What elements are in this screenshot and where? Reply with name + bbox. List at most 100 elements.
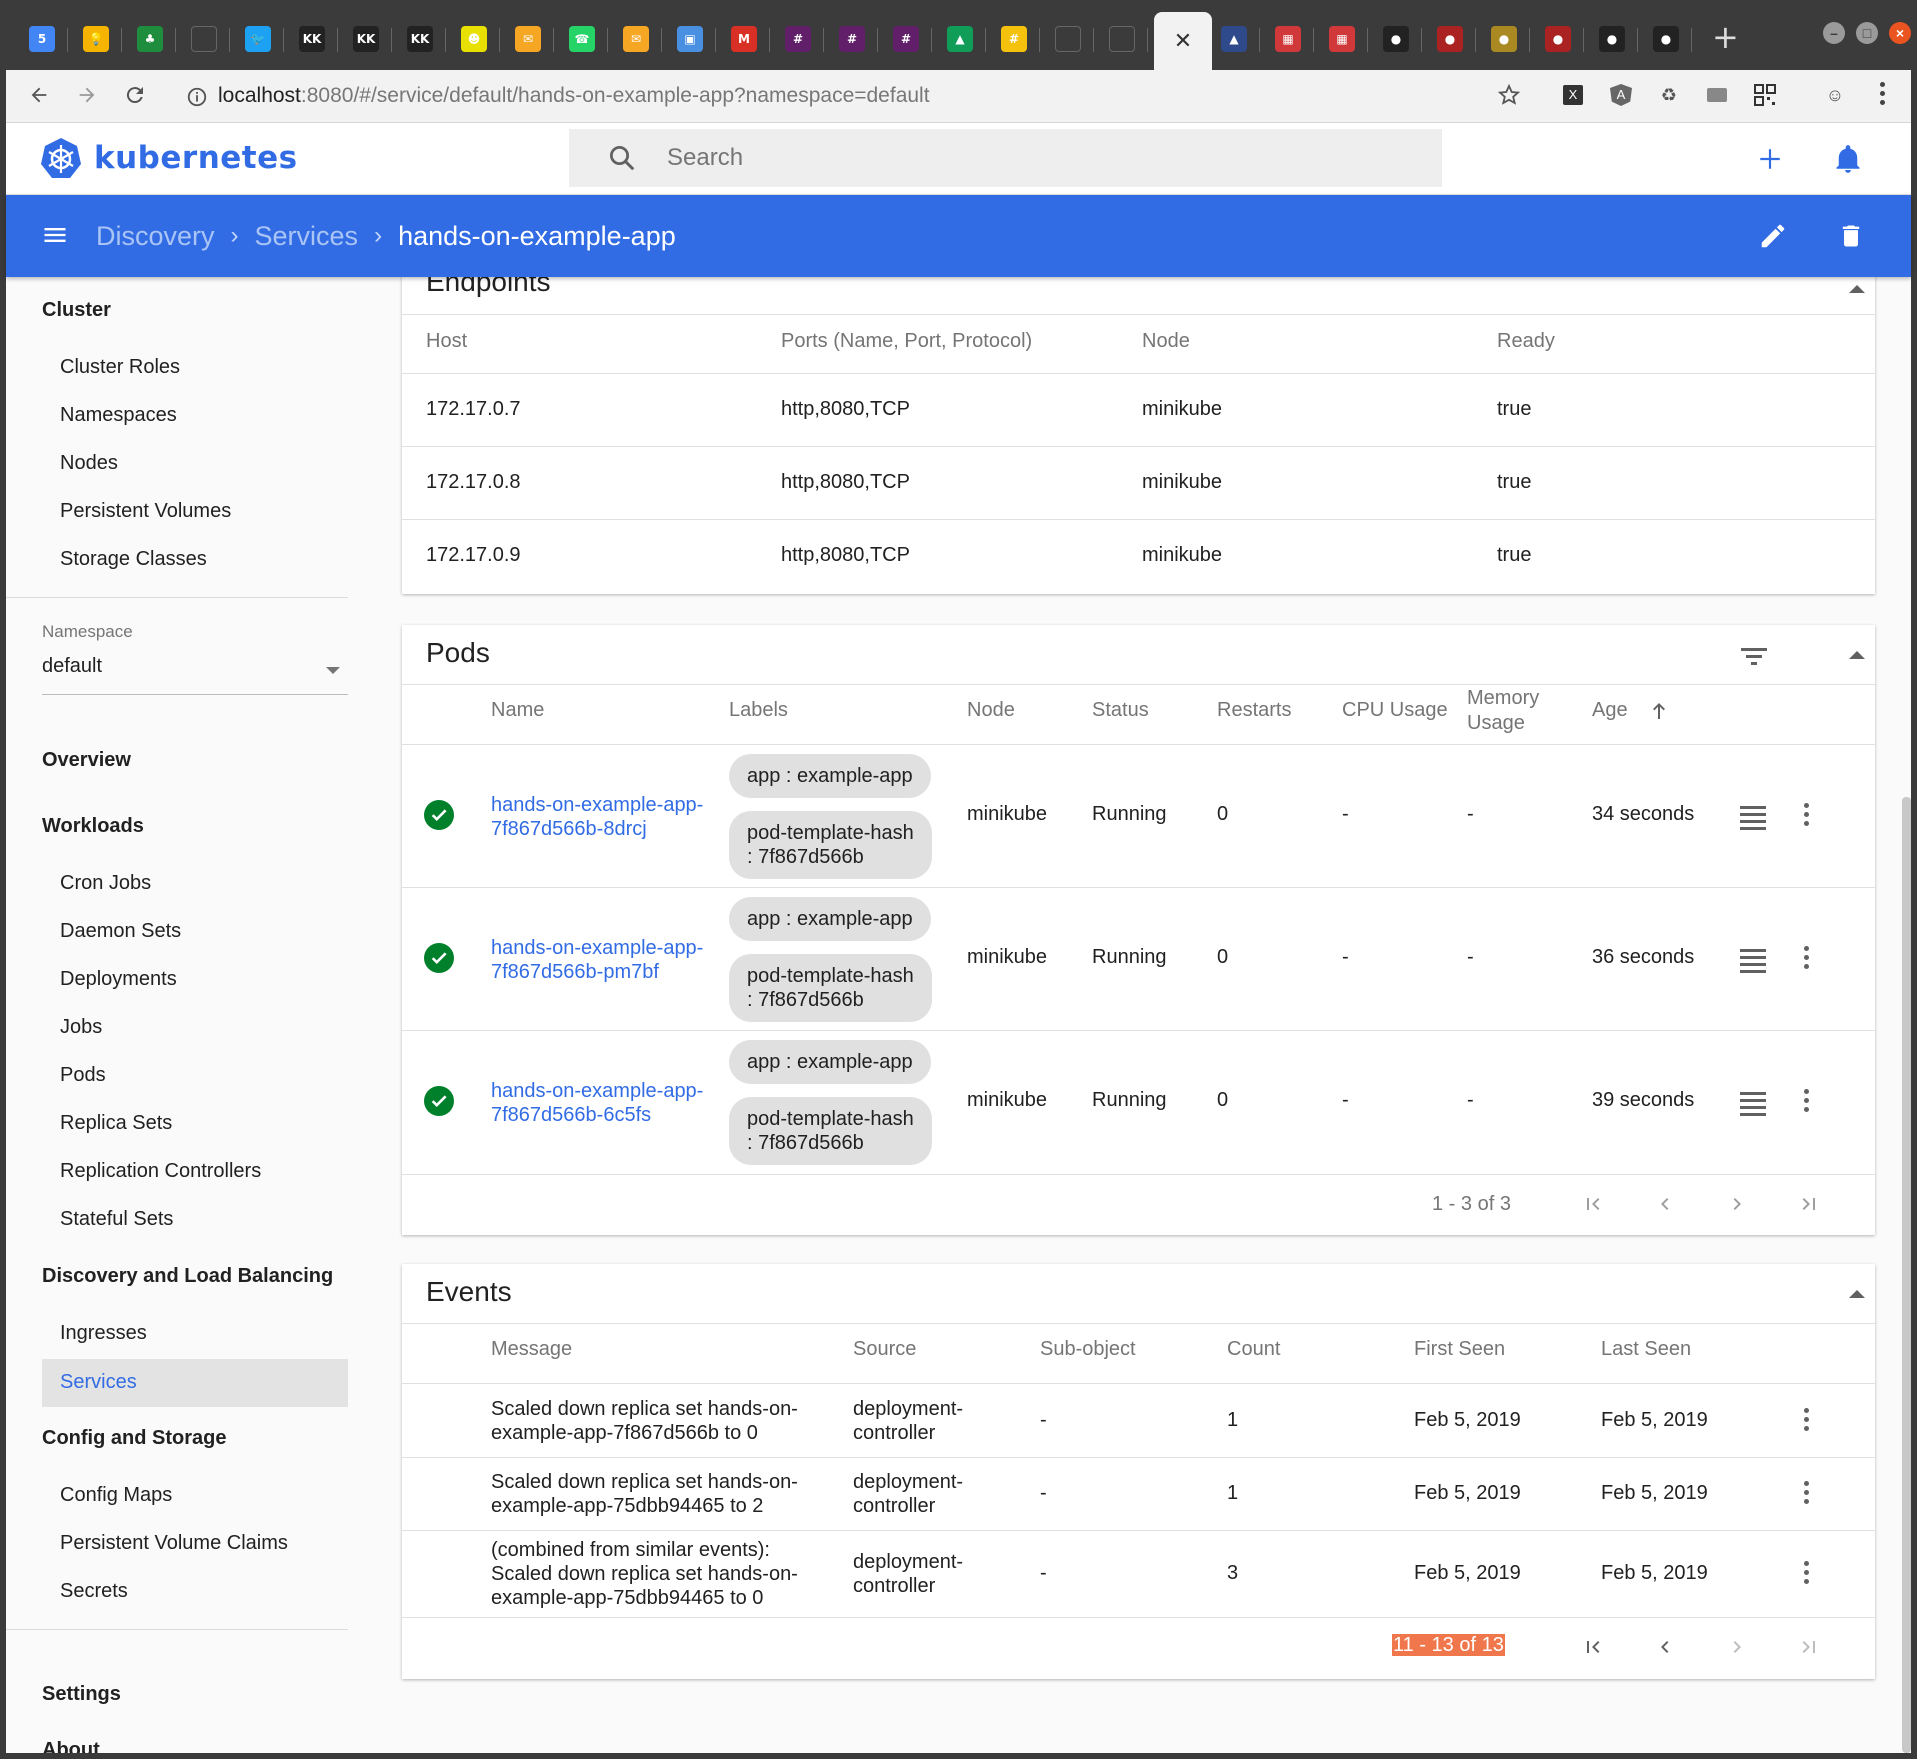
mail-tab-1[interactable]: ✉ [502, 14, 554, 64]
more-actions-icon[interactable] [1804, 803, 1810, 830]
previous-page-icon[interactable] [1650, 1632, 1680, 1662]
site-info-icon[interactable] [186, 86, 208, 108]
edit-button[interactable] [1754, 217, 1792, 255]
sidebar-item-services[interactable]: Services [42, 1359, 348, 1407]
namespace-select[interactable]: default [42, 655, 348, 695]
keep-tab[interactable]: 💡 [70, 14, 122, 64]
last-page-icon[interactable] [1794, 1189, 1824, 1219]
search-input[interactable] [667, 144, 1367, 172]
more-actions-icon[interactable] [1804, 1561, 1810, 1588]
notifications-button[interactable] [1830, 141, 1866, 177]
close-tab-icon[interactable]: ✕ [1174, 28, 1192, 54]
sidebar-item-cron-jobs[interactable]: Cron Jobs [60, 872, 151, 895]
search-box[interactable] [569, 129, 1442, 187]
sidebar-item-nodes[interactable]: Nodes [60, 452, 118, 475]
hash-tab[interactable]: # [988, 14, 1040, 64]
pod-name-link[interactable]: hands-on-example-app- 7f867d566b-8drcj [491, 793, 703, 841]
slack-tab-2[interactable]: # [826, 14, 878, 64]
image-tab[interactable]: ▣ [664, 14, 716, 64]
breadcrumb-services[interactable]: Services [255, 221, 359, 252]
sidebar-item-about[interactable]: About [42, 1739, 100, 1753]
more-actions-icon[interactable] [1804, 946, 1810, 973]
angular-extension-icon[interactable]: A [1608, 82, 1634, 108]
sidebar-item-namespaces[interactable]: Namespaces [60, 404, 177, 427]
reload-button[interactable] [120, 80, 150, 110]
mail-tab-2[interactable]: ✉ [610, 14, 662, 64]
sidebar-heading-workloads[interactable]: Workloads [42, 815, 144, 838]
ghost-tab[interactable]: ☻ [448, 14, 500, 64]
extension-x-icon[interactable]: X [1560, 82, 1586, 108]
mountain-tab[interactable]: ▲ [1208, 14, 1260, 64]
pod-name-link[interactable]: hands-on-example-app- 7f867d566b-pm7bf [491, 936, 703, 984]
qr-extension-icon[interactable] [1752, 82, 1778, 108]
sidebar-item-storage-classes[interactable]: Storage Classes [60, 548, 207, 571]
sidebar-item-overview[interactable]: Overview [42, 749, 131, 772]
back-button[interactable] [24, 80, 54, 110]
minimize-button[interactable]: – [1823, 22, 1845, 44]
sidebar-heading-cluster[interactable]: Cluster [42, 299, 111, 322]
last-page-icon[interactable] [1794, 1632, 1824, 1662]
first-page-icon[interactable] [1578, 1632, 1608, 1662]
sidebar-item-settings[interactable]: Settings [42, 1683, 121, 1706]
kubernetes-logo[interactable]: kubernetes [40, 137, 298, 179]
github-tab-4[interactable]: ● [1532, 14, 1584, 64]
github-tab-1[interactable]: ● [1370, 14, 1422, 64]
slack-tab-3[interactable]: # [880, 14, 932, 64]
kkcd-tab-2[interactable]: KK [340, 14, 392, 64]
whatsapp-tab[interactable]: ☎ [556, 14, 608, 64]
gmail-tab[interactable]: M [718, 14, 770, 64]
blank-tab-2[interactable] [1042, 14, 1094, 64]
sidebar-item-pods[interactable]: Pods [60, 1064, 106, 1087]
menu-button[interactable] [41, 221, 69, 249]
grid-tab-1[interactable]: ▦ [1262, 14, 1314, 64]
blank-tab-3[interactable] [1096, 14, 1148, 64]
sidebar-item-jobs[interactable]: Jobs [60, 1016, 102, 1039]
screen-extension-icon[interactable] [1704, 82, 1730, 108]
recycle-extension-icon[interactable]: ♻ [1656, 82, 1682, 108]
sidebar-item-persistent-volumes[interactable]: Persistent Volumes [60, 500, 231, 523]
next-page-icon[interactable] [1722, 1632, 1752, 1662]
logs-icon[interactable] [1740, 806, 1766, 834]
address-bar[interactable]: localhost:8080/#/service/default/hands-o… [218, 78, 1548, 114]
create-button[interactable] [1752, 141, 1788, 177]
pods-header-name[interactable]: Name [491, 699, 544, 722]
collapse-icon[interactable] [1849, 651, 1865, 659]
breadcrumb-discovery[interactable]: Discovery [96, 221, 215, 252]
delete-button[interactable] [1832, 217, 1870, 255]
sidebar-heading-config[interactable]: Config and Storage [42, 1427, 226, 1450]
github-tab-6[interactable]: ● [1640, 14, 1692, 64]
browser-menu-icon[interactable] [1870, 81, 1896, 108]
sidebar-item-config-maps[interactable]: Config Maps [60, 1484, 172, 1507]
previous-page-icon[interactable] [1650, 1189, 1680, 1219]
sidebar-item-replica-sets[interactable]: Replica Sets [60, 1112, 172, 1135]
next-page-icon[interactable] [1722, 1189, 1752, 1219]
collapse-icon[interactable] [1849, 285, 1865, 293]
pod-name-link[interactable]: hands-on-example-app- 7f867d566b-6c5fs [491, 1079, 703, 1127]
more-actions-icon[interactable] [1804, 1089, 1810, 1116]
more-actions-icon[interactable] [1804, 1408, 1810, 1435]
github-tab-2[interactable]: ● [1424, 14, 1476, 64]
filter-icon[interactable] [1740, 645, 1768, 669]
sidebar-item-secrets[interactable]: Secrets [60, 1580, 128, 1603]
profile-extension-icon[interactable]: ☺ [1822, 82, 1848, 108]
active-tab[interactable]: ✕ [1154, 12, 1212, 70]
close-window-button[interactable]: × [1889, 22, 1911, 44]
pods-header-status[interactable]: Status [1092, 699, 1149, 722]
kkcd-tab-1[interactable]: KK [286, 14, 338, 64]
pods-header-age[interactable]: Age [1592, 699, 1628, 722]
blank-tab-1[interactable] [178, 14, 230, 64]
sidebar-item-daemon-sets[interactable]: Daemon Sets [60, 920, 181, 943]
pods-header-node[interactable]: Node [967, 699, 1015, 722]
sidebar-item-ingresses[interactable]: Ingresses [60, 1322, 147, 1345]
pods-header-restarts[interactable]: Restarts [1217, 699, 1291, 722]
forward-button[interactable] [72, 80, 102, 110]
calendar-tab[interactable]: 5 [16, 14, 68, 64]
slack-tab-1[interactable]: # [772, 14, 824, 64]
first-page-icon[interactable] [1578, 1189, 1608, 1219]
sidebar-item-replication-controllers[interactable]: Replication Controllers [60, 1160, 261, 1183]
sidebar-item-stateful-sets[interactable]: Stateful Sets [60, 1208, 173, 1231]
more-actions-icon[interactable] [1804, 1481, 1810, 1508]
grid-tab-2[interactable]: ▦ [1316, 14, 1368, 64]
tree-tab[interactable]: ♣ [124, 14, 176, 64]
sidebar-item-deployments[interactable]: Deployments [60, 968, 177, 991]
